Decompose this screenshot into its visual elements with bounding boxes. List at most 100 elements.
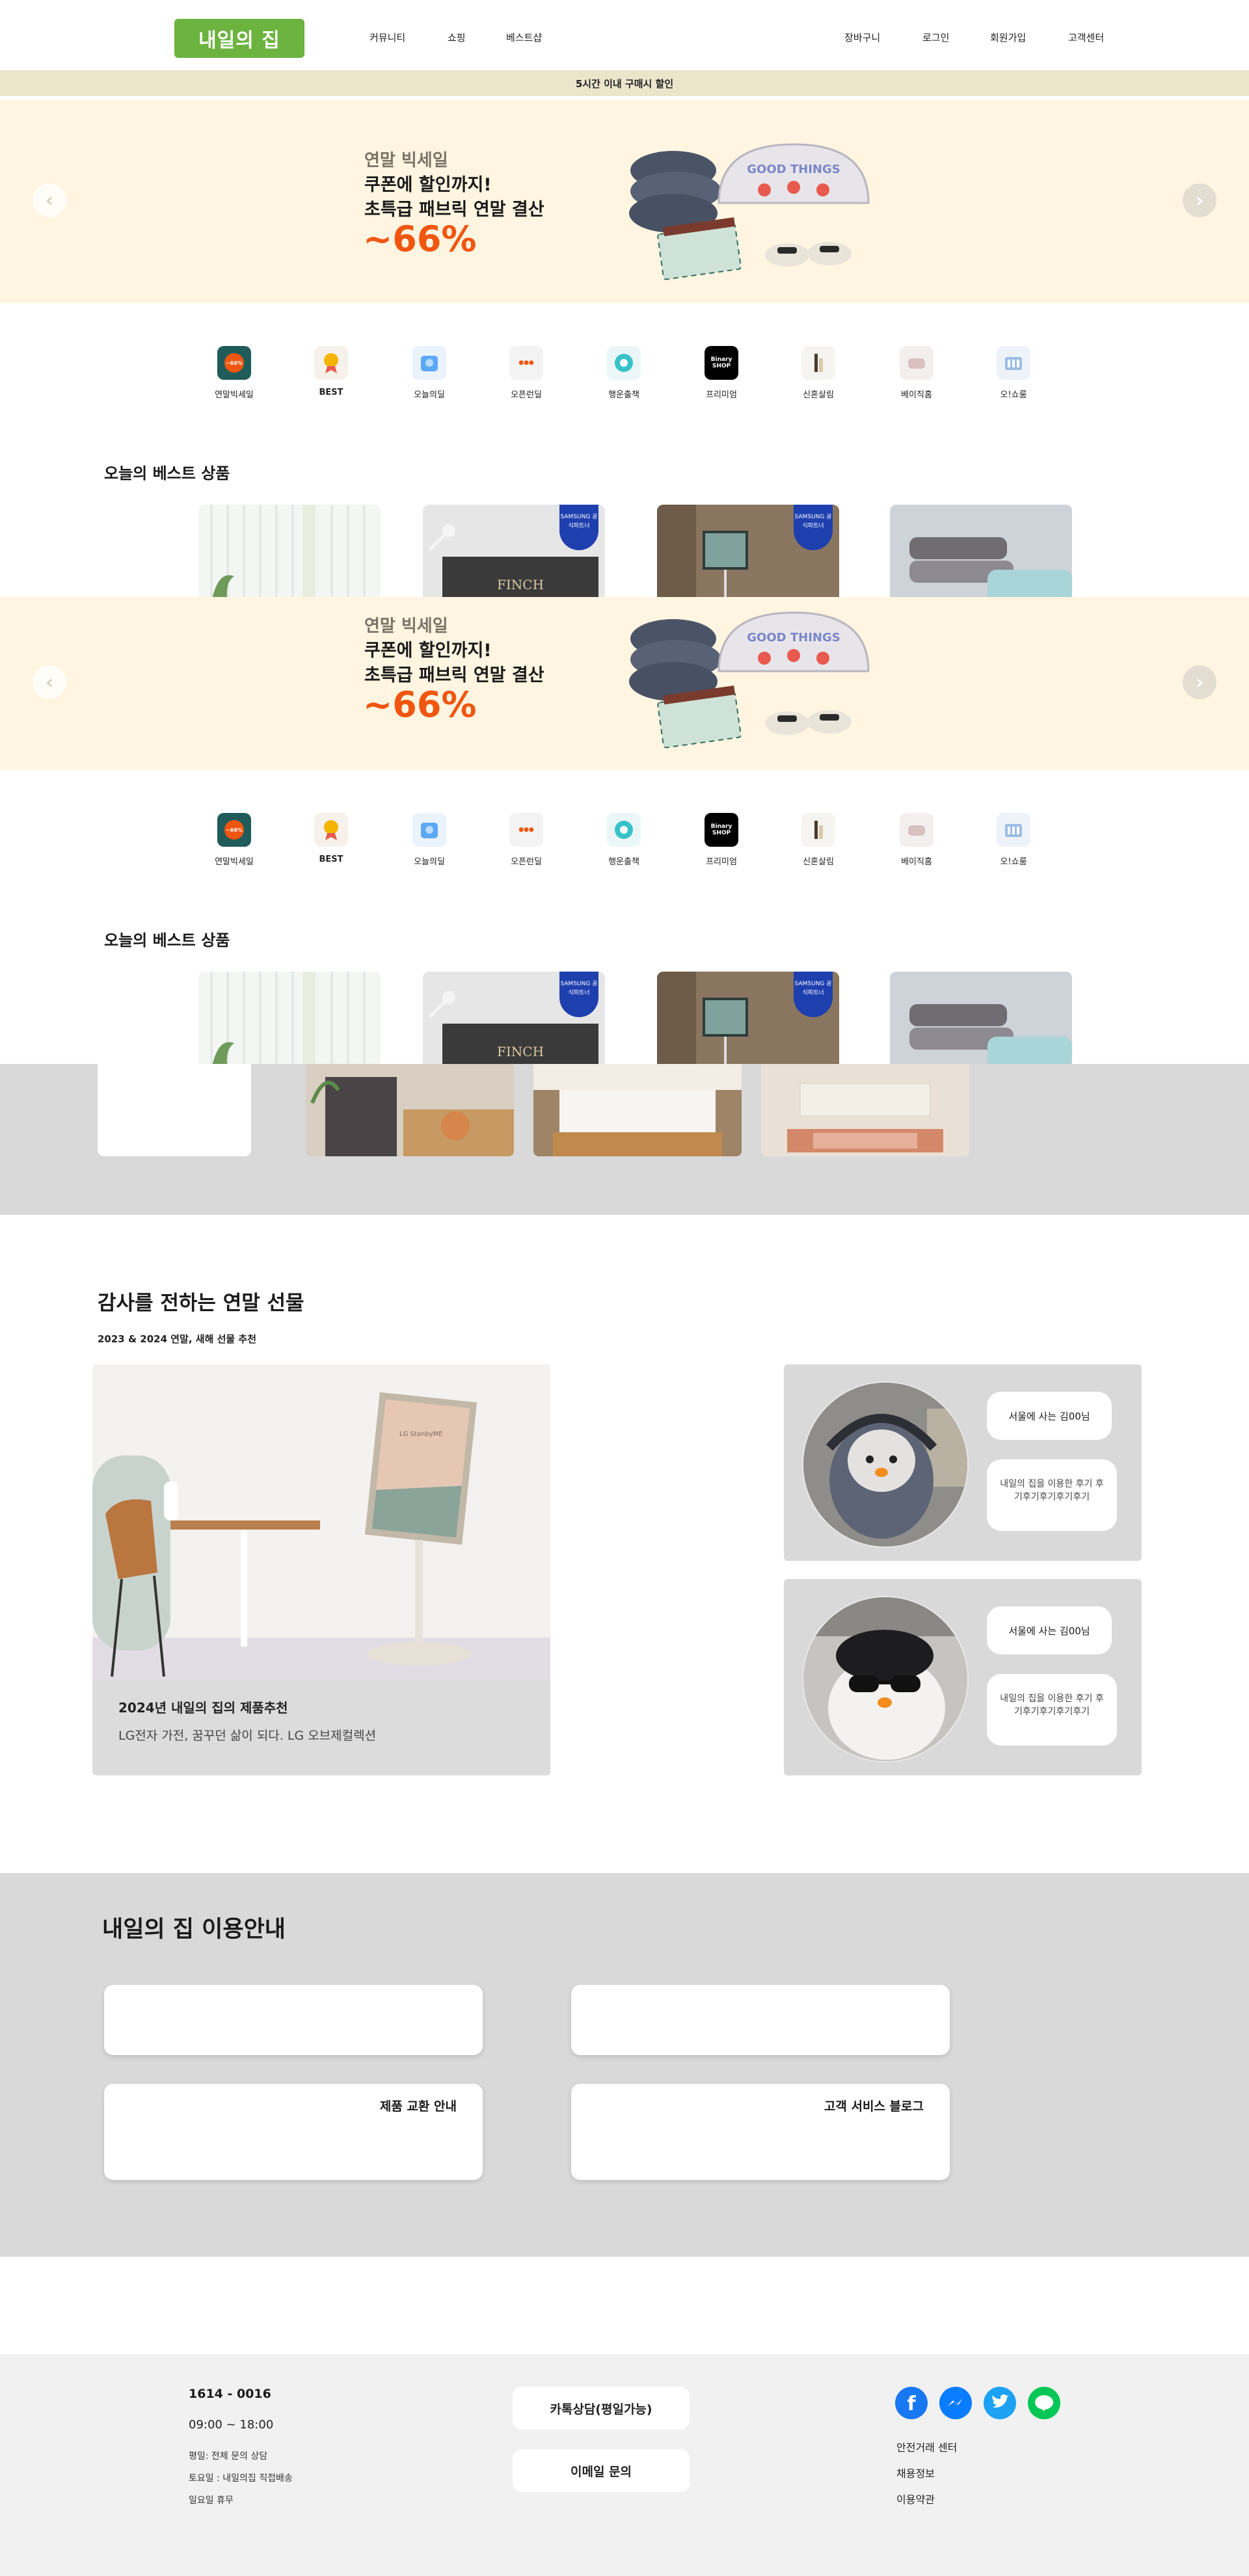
- nav-customer-center[interactable]: 고객센터: [1068, 31, 1104, 44]
- category-open-run-deal[interactable]: ●●● 오픈런딜: [487, 813, 565, 867]
- footer-link-safe-trade[interactable]: 안전거래 센터: [896, 2439, 957, 2454]
- banner-next-button[interactable]: ›: [1183, 183, 1216, 217]
- gift-card-description: LG전자 가전, 꿈꾸던 삶이 되다. LG 오브제컬렉션: [118, 1729, 377, 1743]
- gift-card-title: 2024년 내일의 집의 제품추천: [118, 1700, 288, 1716]
- nav-bestshop[interactable]: 베스트샵: [506, 31, 542, 44]
- category-premium[interactable]: Binary SHOP 프리미엄: [682, 813, 760, 867]
- banner-prev-button[interactable]: ‹: [33, 183, 66, 217]
- review-card[interactable]: 서울에 사는 김00님 내일의 집을 이용한 후기 후기후기후기후기후기: [784, 1579, 1142, 1775]
- product-photo-mattress[interactable]: [761, 1064, 969, 1156]
- footer-phone: 1614 - 0016: [189, 2387, 271, 2401]
- product-card-samsung-stand-tv[interactable]: SAMSUNG 공식파트너: [657, 972, 839, 1069]
- logo[interactable]: 내일의 집: [174, 19, 304, 58]
- category-newlywed[interactable]: 신혼살림: [779, 346, 857, 400]
- email-inquiry-button[interactable]: 이메일 문의: [513, 2449, 690, 2492]
- banner-art-text: GOOD THINGS: [747, 163, 840, 176]
- kakao-chat-button[interactable]: 카톡상담(평일가능): [513, 2387, 690, 2430]
- samsung-partner-badge: SAMSUNG 공식파트너: [559, 972, 598, 1017]
- nav-signup[interactable]: 회원가입: [990, 31, 1026, 44]
- medal-icon: [314, 813, 348, 847]
- showroom-icon: [997, 346, 1030, 380]
- product-card-curtain[interactable]: [198, 972, 381, 1069]
- gift-section-subtitle: 2023 & 2024 연말, 새해 선물 추천: [98, 1333, 257, 1345]
- guide-card[interactable]: [104, 1985, 483, 2055]
- product-card-towels[interactable]: [890, 972, 1072, 1069]
- category-o-showroom[interactable]: 오!쇼룸: [974, 346, 1053, 400]
- category-label: 연말빅세일: [215, 390, 254, 400]
- deal-box-icon: [412, 813, 446, 847]
- category-label: BEST: [319, 388, 343, 397]
- twitter-icon[interactable]: [984, 2387, 1016, 2419]
- banner-next-button[interactable]: ›: [1183, 665, 1216, 699]
- banner-fabric-illustration: GOOD THINGS: [629, 611, 870, 749]
- review-text: 내일의 집을 이용한 후기 후기후기후기후기후기: [987, 1674, 1117, 1746]
- guide-card-customer-blog[interactable]: 고객 서비스 블로그: [571, 2084, 950, 2180]
- category-label: 오픈런딜: [511, 857, 542, 867]
- category-label: 베이직홈: [901, 390, 932, 400]
- facebook-icon[interactable]: f: [895, 2387, 928, 2419]
- nav-cart[interactable]: 장바구니: [844, 31, 880, 44]
- category-premium[interactable]: Binary SHOP 프리미엄: [682, 346, 760, 400]
- category-label: 오!쇼룸: [1000, 857, 1027, 867]
- category-best[interactable]: BEST: [292, 346, 370, 397]
- reviewer-name: 서울에 사는 김00님: [987, 1392, 1112, 1440]
- category-year-end-sale[interactable]: ~66% 연말빅세일: [195, 813, 273, 867]
- deal-box-icon: [412, 346, 446, 380]
- basic-home-icon: [900, 346, 933, 380]
- messenger-icon[interactable]: [939, 2387, 972, 2419]
- category-o-showroom[interactable]: 오!쇼룸: [974, 813, 1053, 867]
- footer-info-line: 평일: 전체 문의 상담: [189, 2451, 268, 2462]
- gift-main-card[interactable]: LG StanbyME 2024년 내일의 집의 제품추천 LG전자 가전, 꿈…: [92, 1364, 550, 1775]
- nav-login[interactable]: 로그인: [922, 31, 949, 44]
- category-label: 신혼살림: [803, 390, 834, 400]
- line-icon[interactable]: [1028, 2387, 1060, 2419]
- guide-card[interactable]: [571, 1985, 950, 2055]
- product-card-curtain[interactable]: [198, 505, 381, 602]
- open-run-icon: ●●●: [509, 346, 543, 380]
- product-card-samsung-stand-tv[interactable]: SAMSUNG 공식파트너: [657, 505, 839, 602]
- banner-headline: 쿠폰에 할인까지! 초특급 패브릭 연말 결산: [364, 173, 544, 222]
- promo-strip[interactable]: 5시간 이내 구매시 할인: [0, 70, 1249, 96]
- product-photo-bedroom[interactable]: [533, 1064, 742, 1156]
- category-year-end-sale[interactable]: ~66% 연말빅세일: [195, 346, 273, 400]
- lucky-checkin-icon: [607, 813, 641, 847]
- usage-guide-title: 내일의 집 이용안내: [102, 1917, 286, 1943]
- category-label: 프리미엄: [706, 390, 737, 400]
- guide-card-title: 고객 서비스 블로그: [824, 2099, 924, 2114]
- review-text: 내일의 집을 이용한 후기 후기후기후기후기후기: [987, 1459, 1117, 1531]
- review-card[interactable]: 서울에 사는 김00님 내일의 집을 이용한 후기 후기후기후기후기후기: [784, 1364, 1142, 1561]
- usage-guide-section: 내일의 집 이용안내 제품 교환 안내 고객 서비스 블로그: [0, 1873, 1249, 2257]
- guide-card-product-exchange[interactable]: 제품 교환 안내: [104, 2084, 483, 2180]
- category-basic-home[interactable]: 베이직홈: [878, 346, 956, 400]
- product-photo-fridge[interactable]: [306, 1064, 514, 1156]
- category-label: BEST: [319, 855, 343, 864]
- footer-info-line: 일요일 휴무: [189, 2495, 234, 2506]
- banner-fabric-illustration: GOOD THINGS: [629, 143, 870, 280]
- footer-link-careers[interactable]: 채용정보: [896, 2465, 935, 2480]
- category-todays-deal[interactable]: 오늘의딜: [390, 346, 468, 400]
- category-lucky-checkin[interactable]: 행운출책: [585, 813, 663, 867]
- category-lucky-checkin[interactable]: 행운출책: [585, 346, 663, 400]
- samsung-partner-badge: SAMSUNG 공식파트너: [559, 505, 598, 550]
- product-card-samsung-projector[interactable]: FINCH SAMSUNG 공식파트너: [423, 505, 605, 602]
- product-card-towels[interactable]: [890, 505, 1072, 602]
- hero-banner[interactable]: ‹ 연말 빅세일 쿠폰에 할인까지! 초특급 패브릭 연말 결산 ~66% GO…: [0, 100, 1249, 303]
- category-basic-home[interactable]: 베이직홈: [878, 813, 956, 867]
- category-best[interactable]: BEST: [292, 813, 370, 864]
- category-open-run-deal[interactable]: ●●● 오픈런딜: [487, 346, 565, 400]
- footer-link-terms[interactable]: 이용약관: [896, 2491, 935, 2506]
- empty-card[interactable]: [98, 1064, 251, 1156]
- banner-prev-button[interactable]: ‹: [33, 665, 66, 699]
- hero-banner-duplicate[interactable]: ‹ 연말 빅세일 쿠폰에 할인까지! 초특급 패브릭 연말 결산 ~66% GO…: [0, 597, 1249, 770]
- category-newlywed[interactable]: 신혼살림: [779, 813, 857, 867]
- tv-caption: FINCH: [497, 577, 544, 592]
- nav-shopping[interactable]: 쇼핑: [448, 31, 466, 44]
- category-label: 베이직홈: [901, 857, 932, 867]
- product-card-samsung-projector[interactable]: FINCH SAMSUNG 공식파트너: [423, 972, 605, 1069]
- nav-community[interactable]: 커뮤니티: [369, 31, 405, 44]
- showroom-icon: [997, 813, 1030, 847]
- category-label: 프리미엄: [706, 857, 737, 867]
- category-label: 행운출책: [608, 857, 639, 867]
- category-todays-deal[interactable]: 오늘의딜: [390, 813, 468, 867]
- newlywed-icon: [801, 813, 835, 847]
